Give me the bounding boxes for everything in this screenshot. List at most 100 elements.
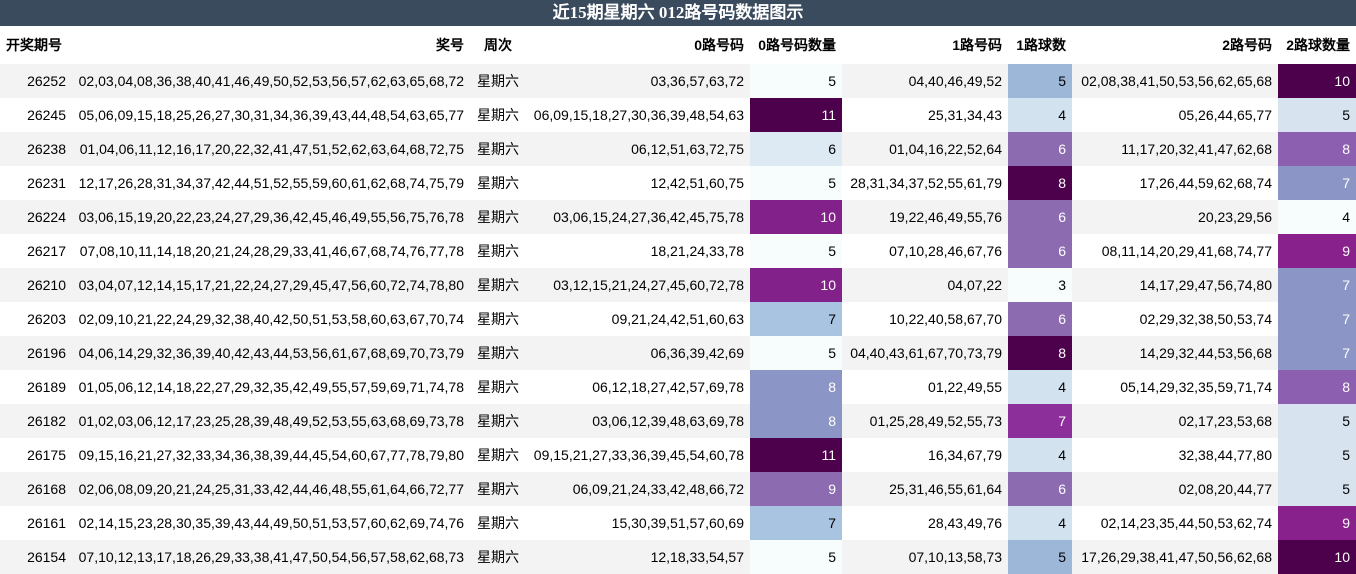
cell-weekday: 星期六 (470, 166, 526, 200)
cell-route1-count: 7 (1008, 404, 1072, 438)
cell-route0-numbers: 06,09,21,24,33,42,48,66,72 (526, 472, 750, 506)
table-row: 26161 02,14,15,23,28,30,35,39,43,44,49,50… (0, 506, 1356, 540)
table-row: 26224 03,06,15,19,20,22,23,24,27,29,36,42… (0, 200, 1356, 234)
cell-period: 26154 (0, 540, 72, 574)
cell-route0-count: 5 (750, 336, 842, 370)
cell-weekday: 星期六 (470, 404, 526, 438)
cell-route0-numbers: 03,12,15,21,24,27,45,60,72,78 (526, 268, 750, 302)
cell-route1-numbers: 16,34,67,79 (842, 438, 1008, 472)
cell-period: 26175 (0, 438, 72, 472)
cell-period: 26224 (0, 200, 72, 234)
cell-numbers: 02,09,10,21,22,24,29,32,38,40,42,50,51,5… (72, 302, 470, 336)
cell-route2-numbers: 05,26,44,65,77 (1072, 98, 1278, 132)
cell-route1-numbers: 04,07,22 (842, 268, 1008, 302)
cell-route0-count: 5 (750, 64, 842, 98)
cell-route0-numbers: 15,30,39,51,57,60,69 (526, 506, 750, 540)
cell-weekday: 星期六 (470, 234, 526, 268)
cell-period: 26238 (0, 132, 72, 166)
cell-numbers: 09,15,16,21,27,32,33,34,36,38,39,44,45,5… (72, 438, 470, 472)
cell-route0-count: 8 (750, 404, 842, 438)
cell-route2-count: 10 (1278, 540, 1356, 574)
cell-route1-count: 8 (1008, 336, 1072, 370)
cell-period: 26203 (0, 302, 72, 336)
cell-numbers: 02,03,04,08,36,38,40,41,46,49,50,52,53,5… (72, 64, 470, 98)
cell-route0-count: 10 (750, 268, 842, 302)
cell-route2-count: 8 (1278, 370, 1356, 404)
cell-period: 26252 (0, 64, 72, 98)
cell-route1-count: 4 (1008, 370, 1072, 404)
cell-route0-count: 7 (750, 506, 842, 540)
cell-numbers: 04,06,14,29,32,36,39,40,42,43,44,53,56,6… (72, 336, 470, 370)
header-route0-count: 0路号码数量 (758, 37, 836, 53)
cell-numbers: 01,02,03,06,12,17,23,25,28,39,48,49,52,5… (72, 404, 470, 438)
cell-route2-count: 9 (1278, 234, 1356, 268)
cell-weekday: 星期六 (470, 132, 526, 166)
cell-numbers: 12,17,26,28,31,34,37,42,44,51,52,55,59,6… (72, 166, 470, 200)
cell-route0-count: 6 (750, 132, 842, 166)
table-row: 26175 09,15,16,21,27,32,33,34,36,38,39,44… (0, 438, 1356, 472)
cell-route2-numbers: 32,38,44,77,80 (1072, 438, 1278, 472)
cell-weekday: 星期六 (470, 336, 526, 370)
cell-route0-numbers: 03,06,15,24,27,36,42,45,75,78 (526, 200, 750, 234)
table-row: 26231 12,17,26,28,31,34,37,42,44,51,52,55… (0, 166, 1356, 200)
table-row: 26210 03,04,07,12,14,15,17,21,22,24,27,29… (0, 268, 1356, 302)
cell-route0-numbers: 12,18,33,54,57 (526, 540, 750, 574)
cell-route0-numbers: 09,21,24,42,51,60,63 (526, 302, 750, 336)
cell-route2-count: 7 (1278, 166, 1356, 200)
cell-route0-numbers: 06,12,51,63,72,75 (526, 132, 750, 166)
cell-numbers: 05,06,09,15,18,25,26,27,30,31,34,36,39,4… (72, 98, 470, 132)
header-route2-numbers: 2路号码 (1222, 37, 1272, 53)
table-row: 26217 07,08,10,11,14,18,20,21,24,28,29,33… (0, 234, 1356, 268)
cell-route0-count: 9 (750, 472, 842, 506)
cell-weekday: 星期六 (470, 268, 526, 302)
cell-route1-numbers: 07,10,13,58,73 (842, 540, 1008, 574)
cell-route0-count: 5 (750, 234, 842, 268)
header-route1-count: 1路球数 (1016, 37, 1066, 53)
cell-route0-count: 11 (750, 98, 842, 132)
cell-period: 26196 (0, 336, 72, 370)
cell-route2-numbers: 02,17,23,53,68 (1072, 404, 1278, 438)
cell-route0-count: 7 (750, 302, 842, 336)
cell-route0-numbers: 06,36,39,42,69 (526, 336, 750, 370)
cell-route0-numbers: 03,36,57,63,72 (526, 64, 750, 98)
cell-period: 26161 (0, 506, 72, 540)
page-title: 近15期星期六 012路号码数据图示 (0, 0, 1356, 26)
cell-route1-numbers: 28,43,49,76 (842, 506, 1008, 540)
cell-weekday: 星期六 (470, 302, 526, 336)
cell-numbers: 02,06,08,09,20,21,24,25,31,33,42,44,46,4… (72, 472, 470, 506)
header-numbers: 奖号 (436, 37, 464, 53)
cell-route1-numbers: 07,10,28,46,67,76 (842, 234, 1008, 268)
cell-weekday: 星期六 (470, 64, 526, 98)
cell-route0-numbers: 03,06,12,39,48,63,69,78 (526, 404, 750, 438)
cell-route1-count: 6 (1008, 200, 1072, 234)
table-body: 26252 02,03,04,08,36,38,40,41,46,49,50,52… (0, 64, 1356, 574)
table-row: 26252 02,03,04,08,36,38,40,41,46,49,50,52… (0, 64, 1356, 98)
cell-route1-count: 4 (1008, 438, 1072, 472)
cell-route1-numbers: 25,31,46,55,61,64 (842, 472, 1008, 506)
cell-route1-numbers: 01,25,28,49,52,55,73 (842, 404, 1008, 438)
cell-route1-count: 8 (1008, 166, 1072, 200)
cell-route0-numbers: 06,12,18,27,42,57,69,78 (526, 370, 750, 404)
number-data-table: 开奖期号 奖号 周次 0路号码 0路号码数量 1路号码 1路球数 2路号码 2路… (0, 26, 1356, 574)
cell-period: 26210 (0, 268, 72, 302)
cell-route2-numbers: 14,17,29,47,56,74,80 (1072, 268, 1278, 302)
cell-route2-count: 4 (1278, 200, 1356, 234)
header-route2-count: 2路球数量 (1286, 37, 1350, 53)
cell-route1-count: 4 (1008, 98, 1072, 132)
cell-route1-count: 4 (1008, 506, 1072, 540)
cell-weekday: 星期六 (470, 438, 526, 472)
cell-route0-count: 10 (750, 200, 842, 234)
cell-route1-count: 5 (1008, 64, 1072, 98)
cell-route1-numbers: 25,31,34,43 (842, 98, 1008, 132)
cell-route0-count: 11 (750, 438, 842, 472)
cell-route2-count: 8 (1278, 132, 1356, 166)
cell-route0-count: 8 (750, 370, 842, 404)
cell-route1-count: 6 (1008, 302, 1072, 336)
cell-route2-count: 9 (1278, 506, 1356, 540)
cell-route2-numbers: 02,08,20,44,77 (1072, 472, 1278, 506)
cell-route2-count: 5 (1278, 438, 1356, 472)
cell-route2-count: 7 (1278, 336, 1356, 370)
cell-route2-numbers: 02,14,23,35,44,50,53,62,74 (1072, 506, 1278, 540)
cell-period: 26182 (0, 404, 72, 438)
cell-numbers: 01,05,06,12,14,18,22,27,29,32,35,42,49,5… (72, 370, 470, 404)
